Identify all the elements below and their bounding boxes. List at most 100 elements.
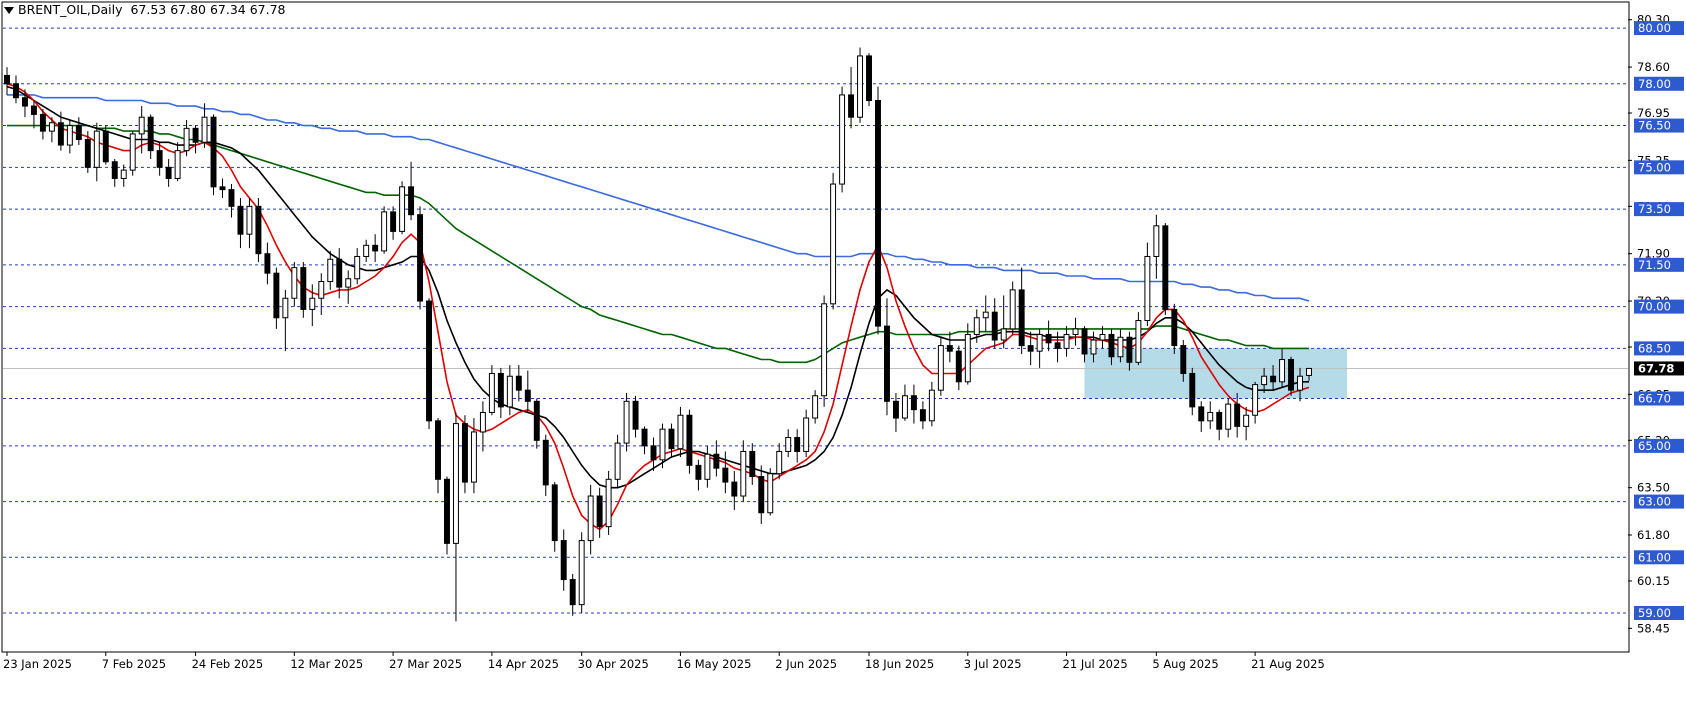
candle-body: [991, 311, 998, 341]
x-tick-label: 7 Feb 2025: [102, 657, 166, 671]
candle-body: [830, 183, 837, 305]
x-tick-label: 2 Jun 2025: [775, 657, 837, 671]
candle-body: [1198, 406, 1205, 422]
candle-body: [237, 205, 244, 235]
dropdown-triangle-icon[interactable]: [4, 7, 14, 14]
candle-body: [318, 281, 325, 299]
candle: [830, 172, 837, 310]
candle-body: [1288, 359, 1295, 391]
ohlc-values: 67.53 67.80 67.34 67.78: [130, 2, 286, 17]
candle-body: [1063, 333, 1070, 349]
candle-body: [1261, 375, 1268, 386]
candle-body: [659, 428, 666, 461]
candle-body: [866, 55, 872, 101]
candle-body: [201, 116, 208, 143]
candle-body: [1009, 289, 1016, 330]
candle-body: [928, 389, 935, 422]
candle: [426, 298, 432, 430]
candle-body: [1216, 411, 1223, 430]
candle-body: [892, 400, 899, 419]
candle-body: [1108, 333, 1115, 358]
candle-body: [147, 116, 154, 152]
candle: [300, 262, 307, 318]
candle-body: [812, 395, 819, 419]
candle: [767, 468, 774, 516]
candle-body: [48, 122, 55, 132]
candle: [686, 409, 693, 474]
candle-body: [713, 453, 720, 469]
y-tick-label: 61.80: [1637, 528, 1670, 542]
candle-body: [524, 389, 531, 402]
current-price-label: 67.78: [1638, 361, 1674, 375]
candle-body: [246, 205, 253, 235]
x-tick-label: 16 May 2025: [676, 657, 751, 671]
candle-body: [291, 267, 298, 299]
level-label: 65.00: [1638, 439, 1671, 453]
candle-body: [1027, 345, 1034, 352]
candle-body: [1279, 359, 1286, 383]
candle-body: [1252, 384, 1259, 416]
candle: [1162, 223, 1169, 315]
candle: [578, 532, 585, 614]
candle-body: [821, 303, 828, 397]
price-chart[interactable]: 80.3078.6076.9575.2573.6071.9070.2068.55…: [0, 0, 1686, 704]
candle-body: [417, 214, 424, 302]
candle-body: [605, 478, 612, 528]
candle-body: [533, 400, 540, 441]
x-tick-label: 21 Aug 2025: [1251, 657, 1325, 671]
level-label: 80.00: [1638, 21, 1671, 35]
symbol-label: BRENT_OIL,Daily: [18, 2, 123, 17]
candle-body: [578, 540, 585, 606]
x-tick-label: 27 Mar 2025: [389, 657, 462, 671]
candle-body: [641, 428, 648, 447]
chart-header: BRENT_OIL,Daily 67.53 67.80 67.34 67.78: [4, 2, 286, 17]
x-tick-label: 18 Jun 2025: [865, 657, 934, 671]
candle-body: [857, 55, 864, 118]
candle-body: [102, 130, 109, 163]
candle-body: [551, 484, 558, 542]
candle-body: [372, 244, 379, 252]
candle-body: [910, 395, 917, 411]
x-tick-label: 5 Aug 2025: [1152, 657, 1218, 671]
candle-body: [515, 375, 522, 391]
candle-body: [919, 409, 926, 422]
candle-body: [569, 579, 576, 606]
candle-body: [740, 450, 747, 497]
candle-body: [901, 395, 908, 419]
candle-body: [946, 345, 953, 352]
candle-body: [488, 372, 495, 413]
y-tick-label: 60.15: [1637, 574, 1670, 588]
candle-body: [1153, 225, 1160, 257]
candle: [1288, 356, 1295, 396]
level-label: 71.50: [1638, 258, 1671, 272]
level-label: 66.70: [1638, 392, 1671, 406]
candle-body: [1135, 320, 1142, 363]
candle-body: [93, 130, 100, 168]
x-tick-label: 21 Jul 2025: [1063, 657, 1128, 671]
candle-body: [4, 74, 10, 85]
candle-body: [497, 372, 504, 408]
candle-body: [156, 150, 163, 168]
candle: [605, 470, 612, 536]
level-label: 63.00: [1638, 495, 1671, 509]
candle-body: [1081, 328, 1088, 355]
candle-body: [614, 442, 621, 480]
candle: [461, 415, 468, 494]
x-tick-label: 23 Jan 2025: [3, 657, 72, 671]
candle-body: [1090, 339, 1097, 355]
x-tick-label: 3 Jul 2025: [964, 657, 1022, 671]
candle-body: [848, 94, 855, 118]
candle-body: [632, 400, 639, 430]
candle-body: [444, 478, 450, 544]
candle-body: [84, 138, 91, 168]
candle-body: [776, 450, 783, 475]
candle: [381, 206, 388, 254]
candle-body: [435, 420, 441, 480]
candle-body: [111, 161, 118, 179]
level-label: 78.00: [1638, 77, 1671, 91]
level-label: 68.50: [1638, 341, 1671, 355]
candle: [614, 434, 621, 488]
level-label: 59.00: [1638, 606, 1671, 620]
candle-body: [1297, 375, 1303, 391]
candle-body: [964, 333, 971, 383]
